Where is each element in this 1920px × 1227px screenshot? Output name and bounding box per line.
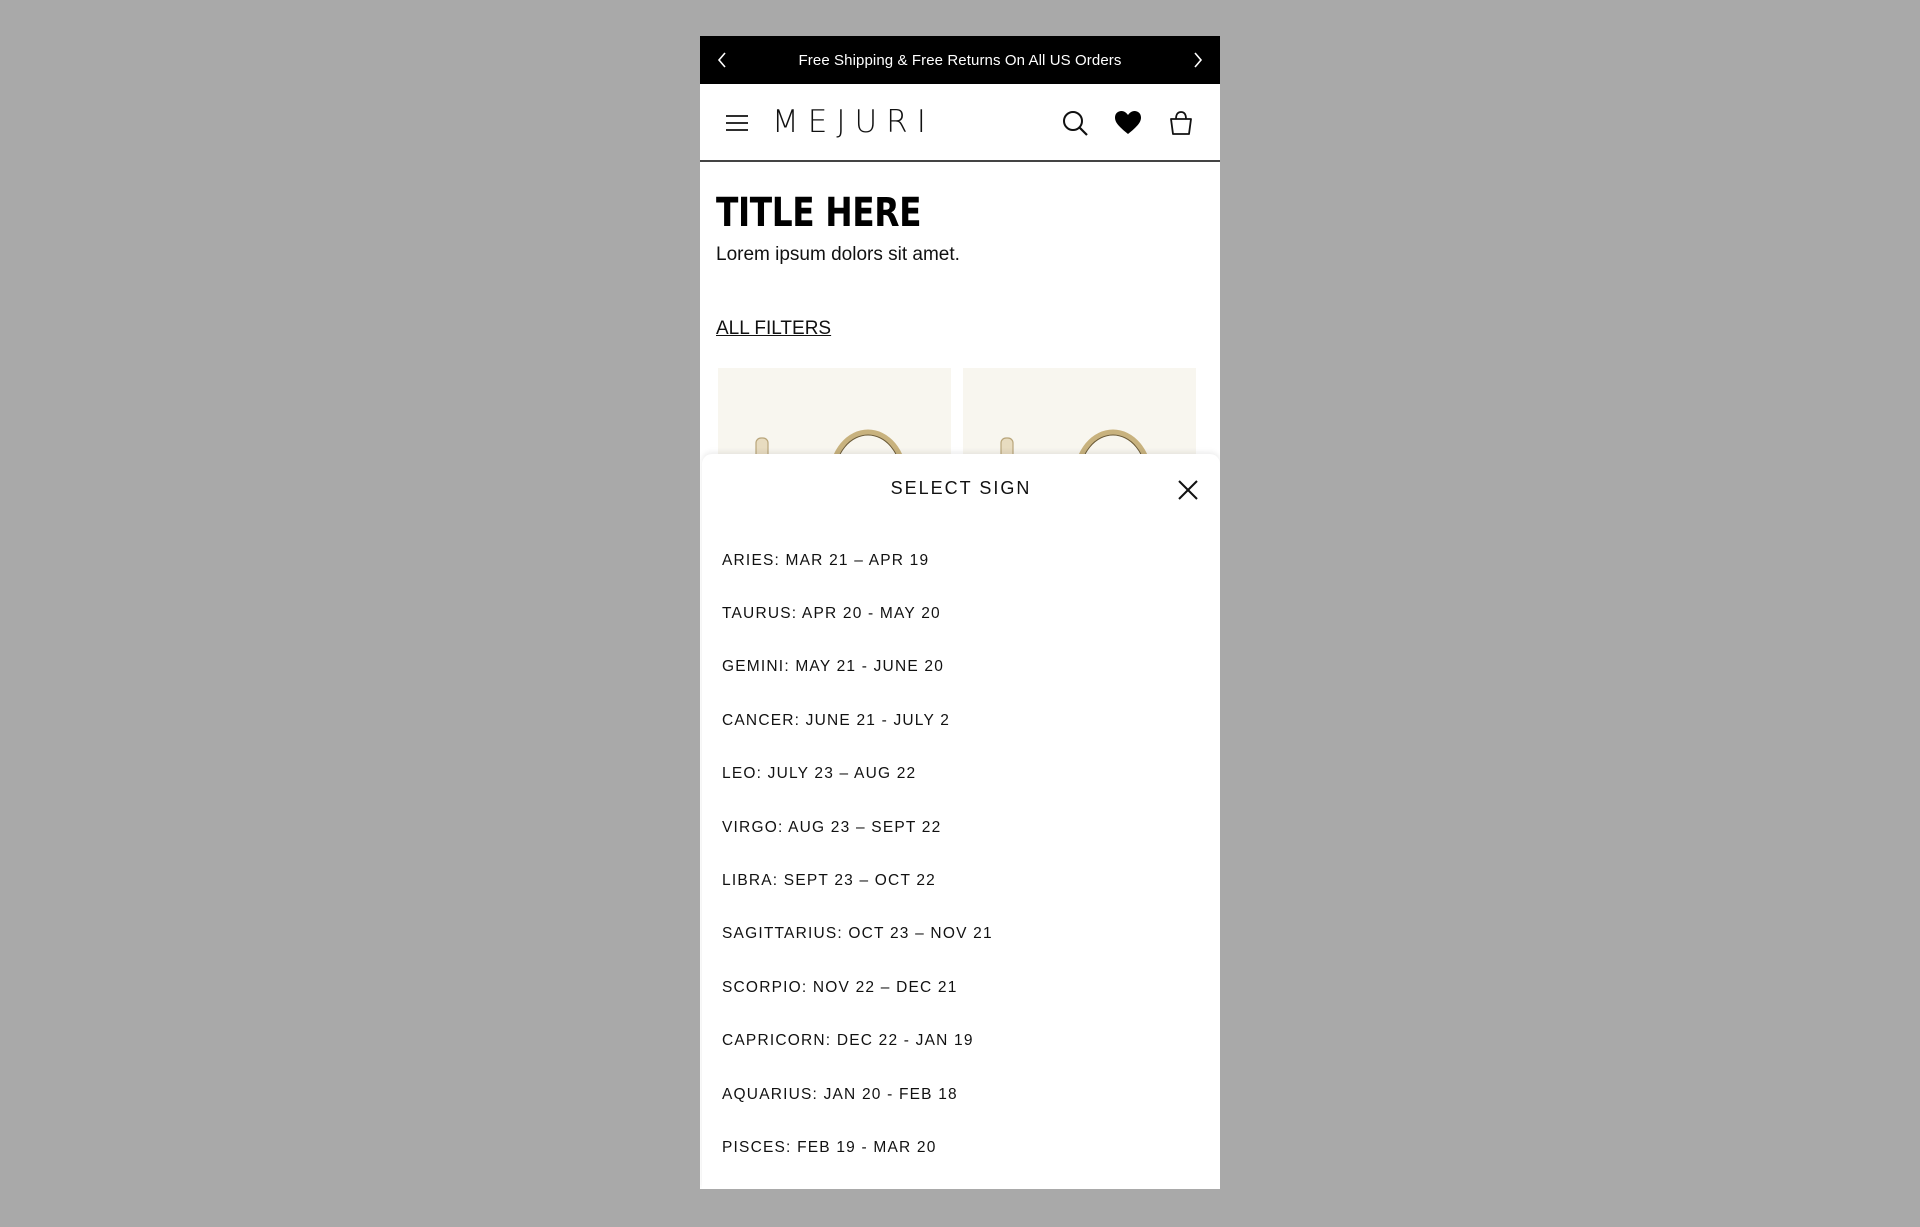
select-sign-sheet: SELECT SIGN ARIES: MAR 21 – APR 19 TAURU… [702,454,1220,1189]
sign-option-pisces[interactable]: PISCES: FEB 19 - MAR 20 [722,1121,1202,1174]
sign-option-sagittarius[interactable]: SAGITTARIUS: OCT 23 – NOV 21 [722,908,1202,961]
sign-option-leo[interactable]: LEO: JULY 23 – AUG 22 [722,748,1202,801]
heart-icon[interactable] [1113,108,1143,138]
chevron-right-icon[interactable] [1178,36,1218,84]
bag-icon[interactable] [1166,108,1196,138]
brand-logo[interactable]: MEJURI [772,104,935,140]
sign-option-scorpio[interactable]: SCORPIO: NOV 22 – DEC 21 [722,961,1202,1014]
sheet-title: SELECT SIGN [890,478,1032,498]
mobile-viewport: Free Shipping & Free Returns On All US O… [700,36,1220,1189]
all-filters-link[interactable]: ALL FILTERS [716,318,831,340]
page-subtitle: Lorem ipsum dolors sit amet. [716,244,960,265]
sign-option-capricorn[interactable]: CAPRICORN: DEC 22 - JAN 19 [722,1015,1202,1068]
promo-text: Free Shipping & Free Returns On All US O… [798,51,1122,69]
promo-bar: Free Shipping & Free Returns On All US O… [700,36,1220,84]
sign-list: ARIES: MAR 21 – APR 19 TAURUS: APR 20 - … [722,534,1202,1175]
sign-option-libra[interactable]: LIBRA: SEPT 23 – OCT 22 [722,854,1202,907]
sign-option-gemini[interactable]: GEMINI: MAY 21 - JUNE 20 [722,641,1202,694]
sign-option-aquarius[interactable]: AQUARIUS: JAN 20 - FEB 18 [722,1068,1202,1121]
close-icon[interactable] [1176,478,1200,502]
sign-option-virgo[interactable]: VIRGO: AUG 23 – SEPT 22 [722,801,1202,854]
site-header: MEJURI [700,84,1220,162]
search-icon[interactable] [1060,108,1090,138]
sign-option-aries[interactable]: ARIES: MAR 21 – APR 19 [722,534,1202,587]
chevron-left-icon[interactable] [702,36,742,84]
sign-option-cancer[interactable]: CANCER: JUNE 21 - JULY 2 [722,694,1202,747]
menu-icon[interactable] [724,110,750,136]
sign-option-taurus[interactable]: TAURUS: APR 20 - MAY 20 [722,587,1202,640]
page-title: TITLE HERE [716,190,922,236]
